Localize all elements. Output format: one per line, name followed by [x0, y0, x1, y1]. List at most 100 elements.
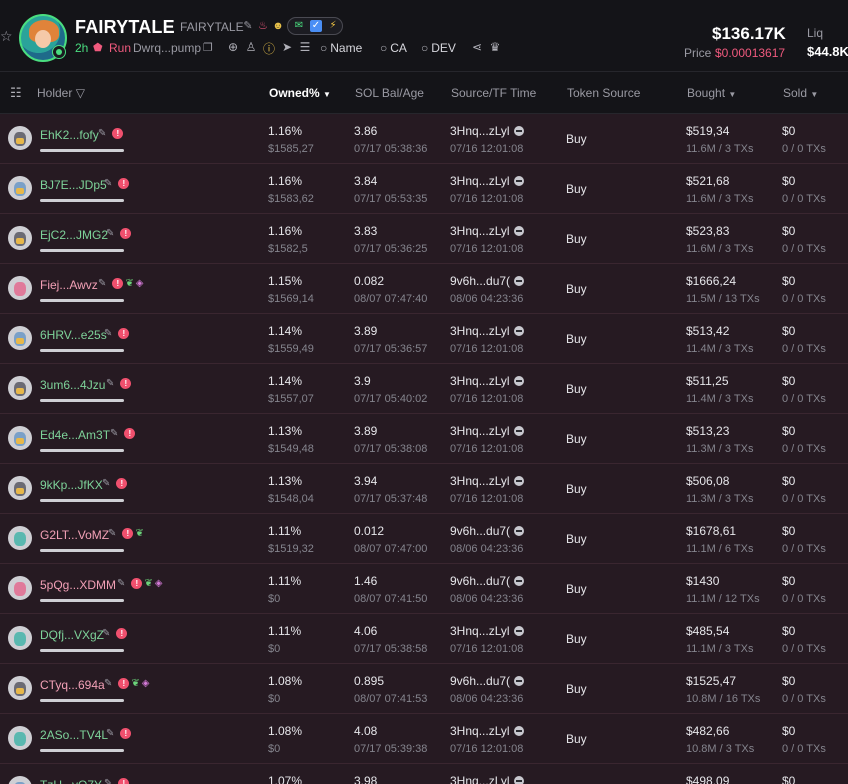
person-icon[interactable]: ♙ [244, 40, 258, 54]
table-row[interactable]: 5pQg...XDMM ✎! ❦ ◈ 1.11% $0 1.46 08/07 07:… [0, 564, 848, 614]
source-exchange-icon [513, 326, 524, 336]
edit-pencil-icon[interactable]: ✎ [110, 428, 118, 439]
col-sold[interactable]: Sold ▼ [783, 86, 818, 100]
funding-source[interactable]: 3Hnq...zLyl [450, 224, 524, 238]
holder-avatar[interactable] [8, 576, 32, 600]
table-row[interactable]: CTyq...694a ✎! ❦ ◈ 1.08% $0 0.895 08/07 07… [0, 664, 848, 714]
owned-percent: 1.13% [268, 474, 303, 488]
crown-icon[interactable]: ♛ [488, 40, 502, 54]
table-row[interactable]: DQfj...VXgZ ✎! 1.11% $0 4.06 07/17 05:38… [0, 614, 848, 664]
search-icon: ○ [320, 41, 328, 55]
col-owned[interactable]: Owned% ▼ [269, 86, 331, 100]
telegram-icon[interactable]: ➤ [280, 40, 294, 54]
col-source-time[interactable]: Source/TF Time [451, 86, 536, 100]
funding-source[interactable]: 3Hnq...zLyl [450, 324, 524, 338]
table-row[interactable]: 2ASo...TV4L ✎! 1.08% $0 4.08 07/17 05:39… [0, 714, 848, 764]
edit-pencil-icon[interactable]: ✎ [104, 328, 112, 339]
holder-wallet-address[interactable]: G2LT...VoMZ [40, 528, 109, 542]
holder-avatar[interactable] [8, 276, 32, 300]
holder-wallet-address[interactable]: EjC2...JMG2 [40, 228, 108, 242]
edit-pencil-icon[interactable]: ✎ [104, 778, 112, 784]
favorite-star-icon[interactable]: ☆ [0, 28, 14, 44]
share-icon[interactable]: ⋖ [470, 40, 484, 54]
alert-icon: ! [112, 128, 124, 139]
col-holder[interactable]: Holder ▽ [37, 86, 85, 100]
funding-source[interactable]: 3Hnq...zLyl [450, 424, 524, 438]
holder-avatar[interactable] [8, 176, 32, 200]
search-ca-button[interactable]: ○ CA [380, 41, 407, 55]
table-row[interactable]: 3um6...4Jzu ✎! 1.14% $1557,07 3.9 07/17 … [0, 364, 848, 414]
sol-balance: 1.46 [354, 574, 378, 588]
holder-wallet-address[interactable]: BJ7E...JDp5 [40, 178, 107, 192]
edit-pencil-icon[interactable]: ✎ [108, 528, 116, 539]
holder-wallet-address[interactable]: 9kKp...JfKX [40, 478, 103, 492]
holder-wallet-address[interactable]: CTyq...694a [40, 678, 105, 692]
edit-pencil-icon[interactable]: ✎ [104, 178, 112, 189]
funding-source[interactable]: 9v6h...du7( [450, 574, 525, 588]
holder-avatar[interactable] [8, 626, 32, 650]
holder-wallet-address[interactable]: 5pQg...XDMM [40, 578, 116, 592]
funding-source[interactable]: 9v6h...du7( [450, 274, 525, 288]
warning-icon[interactable]: ⓘ [262, 40, 276, 57]
table-row[interactable]: EjC2...JMG2 ✎! 1.16% $1582,5 3.83 07/17 … [0, 214, 848, 264]
table-row[interactable]: EhK2...fofy ✎! 1.16% $1585,27 3.86 07/17… [0, 114, 848, 164]
table-row[interactable]: 6HRV...e25s ✎! 1.14% $1559,49 3.89 07/17… [0, 314, 848, 364]
holder-avatar[interactable] [8, 126, 32, 150]
holder-avatar[interactable] [8, 476, 32, 500]
menu-icon[interactable]: ☰ [298, 40, 312, 54]
funding-source[interactable]: 3Hnq...zLyl [450, 474, 524, 488]
holder-wallet-address[interactable]: Ed4e...Am3T [40, 428, 110, 442]
edit-pencil-icon[interactable]: ✎ [241, 19, 255, 33]
edit-pencil-icon[interactable]: ✎ [117, 578, 125, 589]
table-row[interactable]: 9kKp...JfKX ✎! 1.13% $1548,04 3.94 07/17… [0, 464, 848, 514]
holder-wallet-address[interactable]: 6HRV...e25s [40, 328, 107, 342]
holder-avatar[interactable] [8, 226, 32, 250]
holder-avatar[interactable] [8, 376, 32, 400]
edit-pencil-icon[interactable]: ✎ [106, 228, 114, 239]
edit-pencil-icon[interactable]: ✎ [98, 278, 106, 289]
globe-icon[interactable]: ⊕ [226, 40, 240, 54]
holder-avatar[interactable] [8, 676, 32, 700]
table-row[interactable]: TzU...vQ7Y ✎! 1.07% 3.98 3Hnq...zLyl $49… [0, 764, 848, 784]
edit-pencil-icon[interactable]: ✎ [106, 378, 114, 389]
edit-pencil-icon[interactable]: ✎ [102, 628, 110, 639]
search-dev-button[interactable]: ○ DEV [421, 41, 456, 55]
holder-wallet-address[interactable]: 2ASo...TV4L [40, 728, 108, 742]
token-source: Buy [566, 382, 587, 396]
holder-avatar[interactable] [8, 726, 32, 750]
holder-wallet-address[interactable]: EhK2...fofy [40, 128, 99, 142]
col-token-source[interactable]: Token Source [567, 86, 640, 100]
copy-icon[interactable]: ❐ [203, 41, 213, 54]
holder-wallet-address[interactable]: Fiej...Awvz [40, 278, 98, 292]
holder-wallet-address[interactable]: DQfj...VXgZ [40, 628, 104, 642]
funding-source[interactable]: 3Hnq...zLyl [450, 724, 524, 738]
funding-source[interactable]: 3Hnq...zLyl [450, 774, 524, 784]
filter-icon[interactable]: ▽ [76, 86, 85, 100]
table-row[interactable]: Fiej...Awvz ✎! ❦ ◈ 1.15% $1569,14 0.082 08… [0, 264, 848, 314]
funding-source[interactable]: 3Hnq...zLyl [450, 374, 524, 388]
holder-wallet-address[interactable]: 3um6...4Jzu [40, 378, 105, 392]
table-row[interactable]: BJ7E...JDp5 ✎! 1.16% $1583,62 3.84 07/17… [0, 164, 848, 214]
funding-source[interactable]: 3Hnq...zLyl [450, 124, 524, 138]
edit-pencil-icon[interactable]: ✎ [104, 678, 112, 689]
holder-avatar[interactable] [8, 776, 32, 784]
sliders-icon[interactable]: ☷ [10, 85, 22, 101]
holder-avatar[interactable] [8, 326, 32, 350]
holder-wallet-address[interactable]: TzU...vQ7Y [40, 778, 102, 784]
funding-time: 08/06 04:23:36 [450, 593, 524, 605]
holder-avatar[interactable] [8, 426, 32, 450]
funding-source[interactable]: 9v6h...du7( [450, 524, 525, 538]
col-bought[interactable]: Bought ▼ [687, 86, 736, 100]
table-row[interactable]: G2LT...VoMZ ✎! ❦ 1.11% $1519,32 0.012 08/… [0, 514, 848, 564]
funding-source[interactable]: 3Hnq...zLyl [450, 174, 524, 188]
edit-pencil-icon[interactable]: ✎ [102, 478, 110, 489]
holder-avatar[interactable] [8, 526, 32, 550]
edit-pencil-icon[interactable]: ✎ [98, 128, 106, 139]
search-name-button[interactable]: ○ Name [320, 41, 362, 55]
funding-source[interactable]: 3Hnq...zLyl [450, 624, 524, 638]
edit-pencil-icon[interactable]: ✎ [106, 728, 114, 739]
contract-address[interactable]: Dwrq...pump [133, 41, 201, 55]
funding-source[interactable]: 9v6h...du7( [450, 674, 525, 688]
table-row[interactable]: Ed4e...Am3T ✎! 1.13% $1549,48 3.89 07/17… [0, 414, 848, 464]
col-sol-balance[interactable]: SOL Bal/Age [355, 86, 424, 100]
